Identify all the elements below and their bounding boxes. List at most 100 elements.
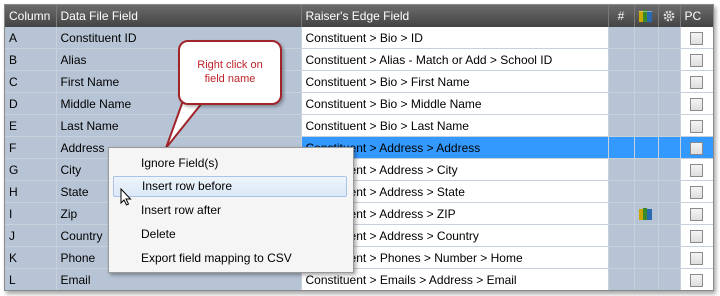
settings-cell xyxy=(658,180,681,203)
pc-header[interactable]: PC xyxy=(680,5,713,27)
settings-cell xyxy=(658,136,681,159)
books-cell xyxy=(634,180,659,203)
pc-checkbox[interactable] xyxy=(690,207,703,221)
books-cell xyxy=(634,224,659,247)
pc-cell xyxy=(680,92,713,115)
re-field-header[interactable]: Raiser's Edge Field xyxy=(301,5,609,27)
hash-cell xyxy=(608,27,635,49)
gear-icon xyxy=(663,11,675,22)
re-field-cell[interactable]: Constituent > Bio > First Name xyxy=(301,70,609,93)
data-file-field-header[interactable]: Data File Field xyxy=(56,5,302,27)
re-field-cell[interactable]: Constituent > Alias - Match or Add > Sch… xyxy=(301,48,609,71)
column-letter-cell: I xyxy=(5,202,57,225)
column-letter-cell: B xyxy=(5,48,57,71)
pc-checkbox[interactable] xyxy=(690,251,703,265)
books-cell xyxy=(634,268,659,290)
settings-cell xyxy=(658,27,681,49)
pc-checkbox[interactable] xyxy=(690,185,703,199)
callout-bubble: Right click on field name xyxy=(178,40,282,105)
menu-item-delete[interactable]: Delete xyxy=(113,224,347,245)
settings-cell xyxy=(658,48,681,71)
callout-line-2: field name xyxy=(204,73,256,85)
pc-cell xyxy=(680,136,713,159)
settings-cell xyxy=(658,268,681,290)
column-letter-cell: F xyxy=(5,136,57,159)
callout-line-1: Right click on xyxy=(197,59,263,71)
books-header[interactable] xyxy=(634,5,659,27)
column-letter-cell: G xyxy=(5,158,57,181)
table-row[interactable]: D Middle Name Constituent > Bio > Middle… xyxy=(5,92,713,115)
hash-cell xyxy=(608,180,635,203)
header-row: Column Data File Field Raiser's Edge Fie… xyxy=(5,5,713,27)
books-cell xyxy=(634,48,659,71)
settings-cell xyxy=(658,202,681,225)
hash-cell xyxy=(608,48,635,71)
books-cell xyxy=(634,246,659,269)
pc-checkbox[interactable] xyxy=(690,141,703,155)
menu-item-export-csv[interactable]: Export field mapping to CSV xyxy=(113,248,347,269)
mouse-cursor-icon xyxy=(120,188,132,206)
column-letter-cell: H xyxy=(5,180,57,203)
settings-cell xyxy=(658,92,681,115)
hash-cell xyxy=(608,224,635,247)
hash-cell xyxy=(608,268,635,290)
pc-cell xyxy=(680,180,713,203)
table-row[interactable]: A Constituent ID Constituent > Bio > ID xyxy=(5,27,713,49)
pc-checkbox[interactable] xyxy=(690,163,703,177)
books-cell xyxy=(634,92,659,115)
books-cell xyxy=(634,70,659,93)
column-letter-cell: E xyxy=(5,114,57,137)
settings-cell xyxy=(658,70,681,93)
pc-cell xyxy=(680,246,713,269)
pc-checkbox[interactable] xyxy=(690,229,703,243)
column-letter-cell: C xyxy=(5,70,57,93)
column-letter-cell: D xyxy=(5,92,57,115)
pc-checkbox[interactable] xyxy=(690,75,703,89)
table-row[interactable]: C First Name Constituent > Bio > First N… xyxy=(5,70,713,93)
pc-cell xyxy=(680,202,713,225)
hash-cell xyxy=(608,114,635,137)
hash-header[interactable]: # xyxy=(608,5,635,27)
menu-item-insert-row-before[interactable]: Insert row before xyxy=(113,176,347,197)
column-letter-cell: K xyxy=(5,246,57,269)
pc-cell xyxy=(680,268,713,290)
pc-cell xyxy=(680,114,713,137)
books-icon xyxy=(639,10,652,23)
books-cell xyxy=(634,202,659,225)
re-field-cell[interactable]: Constituent > Bio > Middle Name xyxy=(301,92,609,115)
settings-header[interactable] xyxy=(658,5,681,27)
column-letter-cell: L xyxy=(5,268,57,290)
hash-cell xyxy=(608,136,635,159)
pc-checkbox[interactable] xyxy=(690,53,703,67)
menu-item-insert-row-after[interactable]: Insert row after xyxy=(113,200,347,221)
pc-cell xyxy=(680,48,713,71)
books-cell xyxy=(634,158,659,181)
pc-checkbox[interactable] xyxy=(690,273,703,287)
settings-cell xyxy=(658,224,681,247)
hash-cell xyxy=(608,202,635,225)
settings-cell xyxy=(658,246,681,269)
pc-cell xyxy=(680,27,713,49)
re-field-cell[interactable]: Constituent > Bio > ID xyxy=(301,27,609,49)
table-row[interactable]: E Last Name Constituent > Bio > Last Nam… xyxy=(5,114,713,137)
menu-item-ignore-fields[interactable]: Ignore Field(s) xyxy=(113,153,347,174)
hash-cell xyxy=(608,158,635,181)
hash-cell xyxy=(608,92,635,115)
settings-cell xyxy=(658,158,681,181)
column-header[interactable]: Column xyxy=(5,5,57,27)
pc-cell xyxy=(680,70,713,93)
books-cell xyxy=(634,136,659,159)
pc-cell xyxy=(680,224,713,247)
context-menu: Ignore Field(s) Insert row before Insert… xyxy=(108,147,354,273)
pc-checkbox[interactable] xyxy=(690,119,703,133)
pc-cell xyxy=(680,158,713,181)
books-cell xyxy=(634,114,659,137)
books-icon[interactable] xyxy=(638,207,654,221)
re-field-cell[interactable]: Constituent > Bio > Last Name xyxy=(301,114,609,137)
books-cell xyxy=(634,27,659,49)
hash-cell xyxy=(608,70,635,93)
table-row[interactable]: B Alias Constituent > Alias - Match or A… xyxy=(5,48,713,71)
hash-cell xyxy=(608,246,635,269)
pc-checkbox[interactable] xyxy=(690,31,703,45)
pc-checkbox[interactable] xyxy=(690,97,703,111)
